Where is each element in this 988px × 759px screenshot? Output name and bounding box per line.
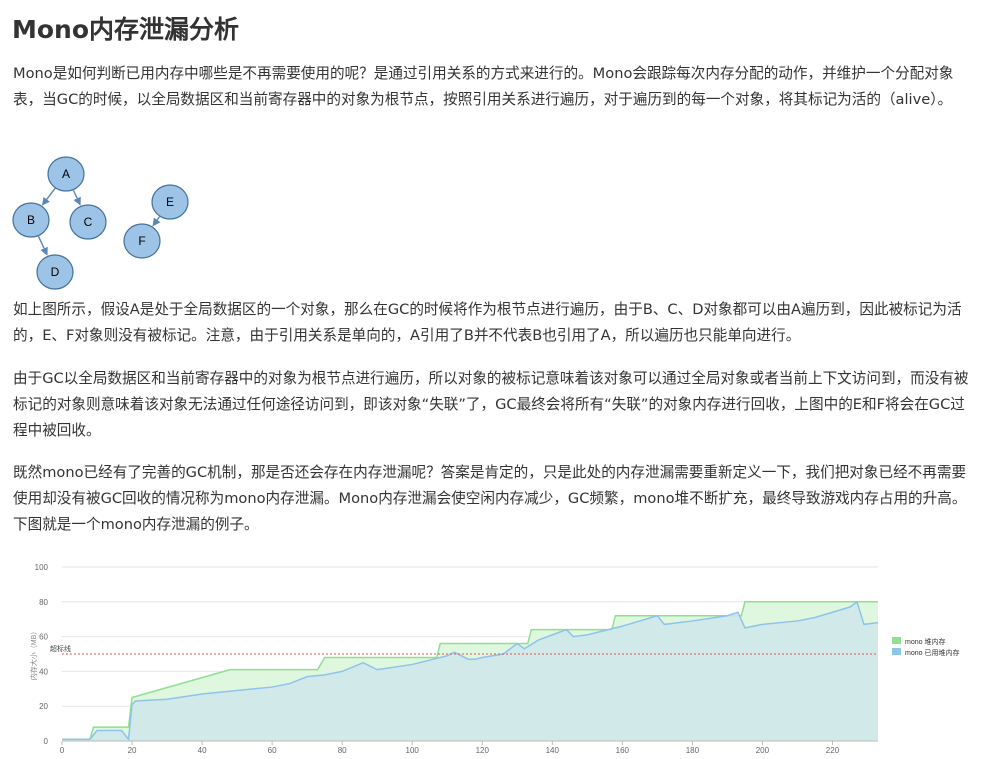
node-label-B: B xyxy=(27,213,35,227)
y-tick-label: 20 xyxy=(39,702,48,711)
edge-A-B xyxy=(41,187,56,206)
node-label-F: F xyxy=(138,234,145,248)
node-label-E: E xyxy=(166,195,174,209)
node-E: E xyxy=(151,184,189,220)
legend-swatch xyxy=(892,637,901,644)
chart-legend: mono 堆内存 mono 已用堆内存 xyxy=(892,637,959,657)
node-label-A: A xyxy=(62,167,70,181)
node-B: B xyxy=(12,202,50,238)
y-tick-label: 80 xyxy=(39,598,48,607)
x-tick-label: 80 xyxy=(338,746,347,755)
y-tick-label: 100 xyxy=(35,563,49,572)
x-tick-label: 120 xyxy=(476,746,490,755)
node-F: F xyxy=(123,223,161,259)
node-label-D: D xyxy=(51,265,60,279)
threshold-label: 超标线 xyxy=(50,644,71,653)
x-tick-label: 180 xyxy=(686,746,700,755)
paragraph-1: Mono是如何判断已用内存中哪些是不再需要使用的呢？是通过引用关系的方式来进行的… xyxy=(13,65,954,108)
node-label-C: C xyxy=(84,215,93,229)
y-tick-label: 60 xyxy=(39,633,48,642)
x-tick-label: 160 xyxy=(616,746,630,755)
legend-label: mono 堆内存 xyxy=(905,637,945,646)
x-tick-label: 40 xyxy=(198,746,207,755)
node-D: D xyxy=(36,254,74,290)
paragraph-3: 由于GC以全局数据区和当前寄存器中的对象为根节点进行遍历，所以对象的被标记意味着… xyxy=(13,370,969,439)
edge-E-F xyxy=(152,216,161,227)
node-C: C xyxy=(69,204,107,240)
x-tick-label: 0 xyxy=(60,746,65,755)
x-tick-label: 140 xyxy=(546,746,560,755)
node-A: A xyxy=(47,156,85,192)
legend-swatch xyxy=(892,648,901,655)
legend-label: mono 已用堆内存 xyxy=(905,648,959,657)
y-tick-label: 40 xyxy=(39,667,48,676)
edge-B-D xyxy=(37,236,48,256)
y-tick-label: 0 xyxy=(44,737,49,746)
x-tick-label: 100 xyxy=(406,746,420,755)
x-tick-label: 220 xyxy=(826,746,840,755)
object-reference-diagram: A B C D E F xyxy=(12,156,189,290)
memory-leak-chart: 超标线 0 20 40 60 80 100 0 20 40 60 80 100 120 140 160 180… xyxy=(29,563,959,755)
x-tick-label: 60 xyxy=(268,746,277,755)
x-tick-label: 200 xyxy=(756,746,770,755)
paragraph-4: 既然mono已经有了完善的GC机制，那是否还会存在内存泄漏呢？答案是肯定的，只是… xyxy=(13,464,967,533)
y-axis-label: 内存大小（MB） xyxy=(29,628,38,681)
page-title: Mono内存泄漏分析 xyxy=(12,15,240,44)
paragraph-2: 如上图所示，假设A是处于全局数据区的一个对象，那么在GC的时候将作为根节点进行遍… xyxy=(13,301,962,344)
x-tick-label: 20 xyxy=(128,746,137,755)
edge-A-C xyxy=(72,190,81,206)
